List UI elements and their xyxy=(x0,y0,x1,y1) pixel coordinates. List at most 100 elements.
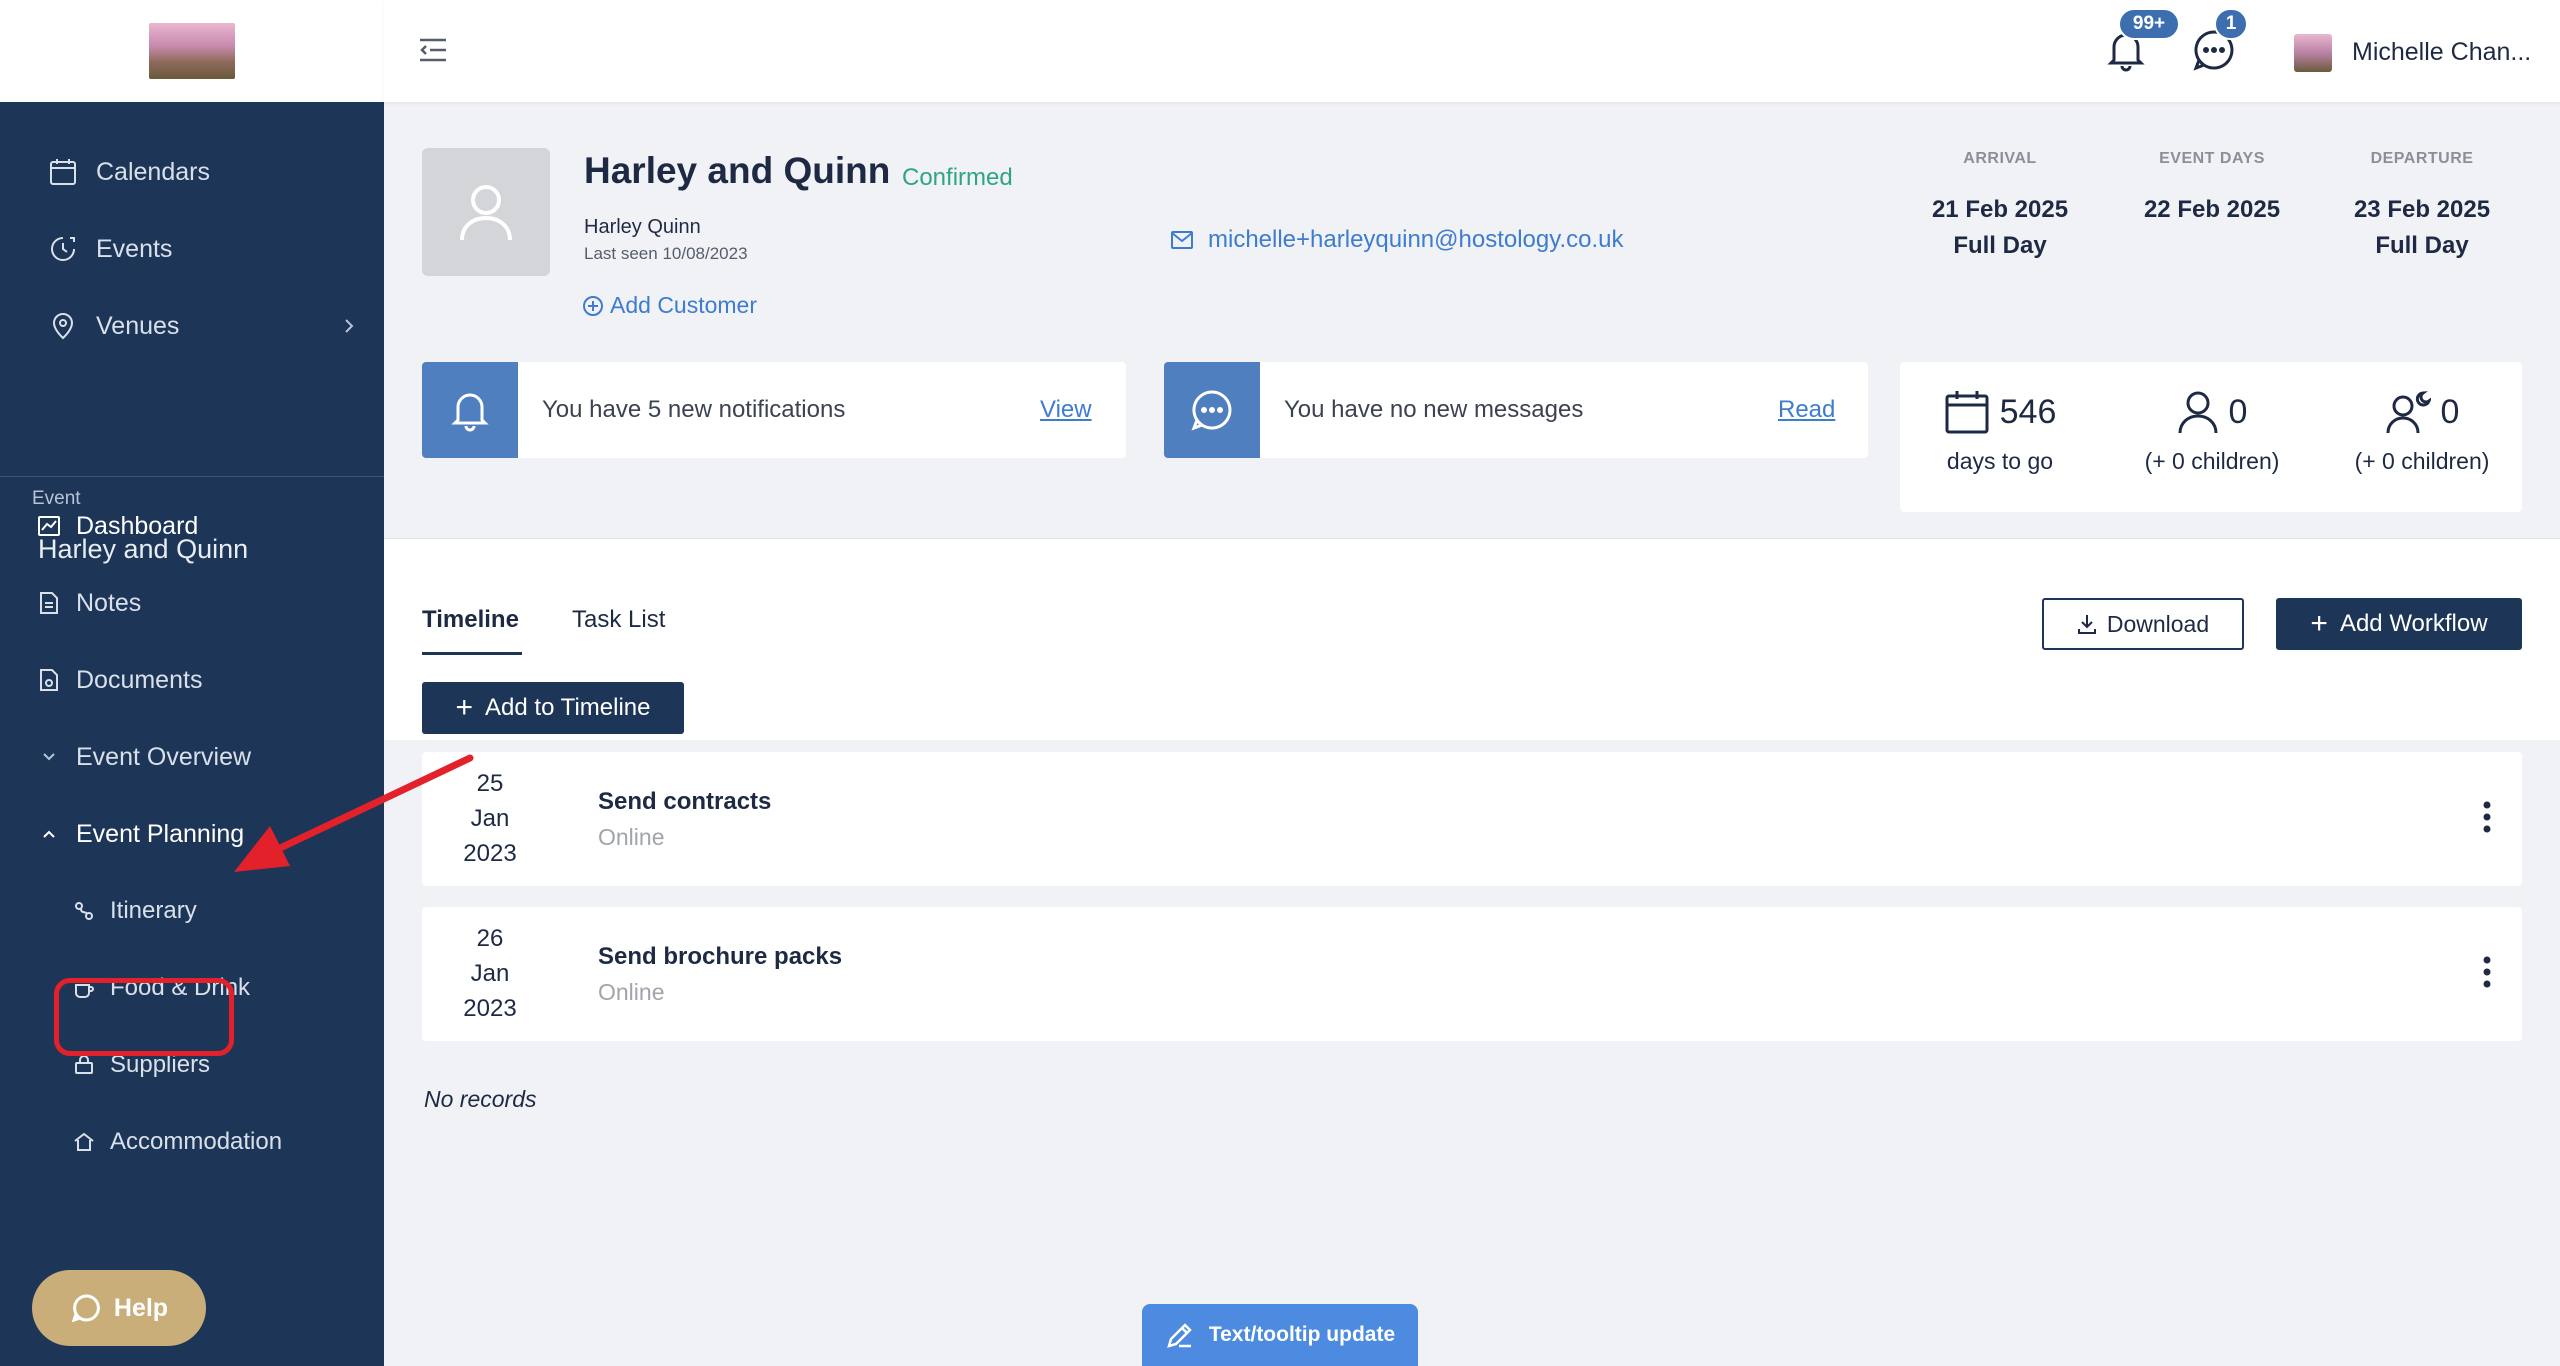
arrival-label: ARRIVAL xyxy=(1963,150,2037,167)
logo-image[interactable] xyxy=(149,23,235,79)
days-label: days to go xyxy=(1946,448,2054,474)
sidebar-item-dashboard[interactable]: Dashboard xyxy=(0,496,384,556)
messages-text: You have no new messages xyxy=(1284,396,1584,423)
customer-email-link[interactable]: michelle+harleyquinn@hostology.co.uk xyxy=(1170,226,1624,254)
mail-icon xyxy=(1171,231,1193,249)
location-pin-icon xyxy=(46,309,80,343)
sidebar-item-events[interactable]: Events xyxy=(0,219,384,279)
view-notifications-link[interactable]: View xyxy=(1040,396,1092,424)
sidebar-divider xyxy=(0,476,384,477)
calendar-icon xyxy=(1945,391,1989,434)
tab-timeline[interactable]: Timeline xyxy=(422,606,519,634)
messages-icon-panel xyxy=(1164,362,1260,458)
days-count: 546 xyxy=(1999,392,2057,431)
chat-bubble-icon xyxy=(71,1294,100,1323)
timeline-item-title: Send brochure packs xyxy=(598,943,843,970)
download-icon xyxy=(2077,615,2096,634)
overnight-children: (+ 0 children) xyxy=(2354,448,2490,474)
timeline-item-subtitle: Online xyxy=(598,979,665,1005)
bell-icon xyxy=(451,393,489,432)
sidebar-item-label: Accommodation xyxy=(110,1128,283,1155)
events-icon xyxy=(46,232,80,266)
timeline-year: 2023 xyxy=(463,995,517,1022)
event-days-label: EVENT DAYS xyxy=(2159,150,2265,167)
sidebar-item-label: Documents xyxy=(76,665,203,694)
status-badge: Confirmed xyxy=(902,164,1013,191)
guests-children: (+ 0 children) xyxy=(2144,448,2280,474)
user-avatar[interactable] xyxy=(2294,34,2332,72)
event-days-date: 22 Feb 2025 xyxy=(2143,196,2281,223)
chat-icon xyxy=(1191,390,1232,431)
sidebar-item-event-overview[interactable]: Event Overview xyxy=(0,727,384,787)
person-moon-icon xyxy=(2386,391,2431,434)
download-label: Download xyxy=(2106,610,2210,637)
menu-toggle-icon[interactable] xyxy=(416,34,450,71)
timeline-month: Jan xyxy=(470,805,510,832)
read-messages-link[interactable]: Read xyxy=(1778,396,1835,424)
sidebar-item-notes[interactable]: Notes xyxy=(0,573,384,633)
timeline-item[interactable]: 26 Jan 2023 Send brochure packs Online xyxy=(422,907,2522,1041)
sidebar-item-event-planning[interactable]: Event Planning xyxy=(0,804,384,864)
top-bar: 99+ 1 Michelle Chan... xyxy=(384,0,2560,102)
notifications-badge: 99+ xyxy=(2118,8,2180,40)
sidebar-item-label: Calendars xyxy=(96,157,210,186)
sidebar-item-label: Event Overview xyxy=(76,742,252,771)
add-to-timeline-button[interactable]: + Add to Timeline xyxy=(422,682,684,734)
customer-name: Harley Quinn xyxy=(584,216,701,238)
help-button[interactable]: Help xyxy=(32,1270,206,1346)
timeline-item-date: 25 Jan 2023 xyxy=(446,766,534,871)
page-title: Harley and Quinn xyxy=(584,150,891,191)
calendar-icon xyxy=(46,155,80,189)
notifications-text: You have 5 new notifications xyxy=(542,396,846,423)
add-customer-link[interactable]: Add Customer xyxy=(582,292,757,319)
departure-type: Full Day xyxy=(2375,232,2469,259)
pencil-icon xyxy=(1167,1323,1192,1348)
more-options-icon[interactable] xyxy=(2482,800,2492,839)
timeline-item[interactable]: 25 Jan 2023 Send contracts Online xyxy=(422,752,2522,886)
departure-column: DEPARTURE 23 Feb 2025 Full Day xyxy=(2322,150,2522,264)
add-workflow-button[interactable]: + Add Workflow xyxy=(2276,598,2522,650)
sidebar: Calendars Events Venues Event Harley and… xyxy=(0,102,384,1366)
sidebar-item-label: Notes xyxy=(76,588,142,617)
sidebar-item-venues[interactable]: Venues xyxy=(0,296,384,356)
departure-label: DEPARTURE xyxy=(2370,150,2474,167)
person-icon xyxy=(2178,391,2218,434)
sidebar-item-calendars[interactable]: Calendars xyxy=(0,142,384,202)
sidebar-item-accommodation[interactable]: Accommodation xyxy=(0,1112,384,1172)
sidebar-item-label: Events xyxy=(96,234,173,263)
timeline-item-title: Send contracts xyxy=(598,788,772,815)
add-to-timeline-label: Add to Timeline xyxy=(485,694,651,721)
plus-circle-icon xyxy=(583,295,603,316)
sidebar-item-itinerary[interactable]: Itinerary xyxy=(0,881,384,941)
messages-badge: 1 xyxy=(2214,8,2248,40)
help-label: Help xyxy=(113,1293,169,1322)
sidebar-item-label: Venues xyxy=(96,311,180,340)
sidebar-item-label: Event Planning xyxy=(76,819,245,848)
last-seen: Last seen 10/08/2023 xyxy=(584,244,748,263)
timeline-item-subtitle: Online xyxy=(598,824,665,850)
timeline-item-date: 26 Jan 2023 xyxy=(446,921,534,1026)
no-records-text: No records xyxy=(424,1086,537,1112)
sidebar-item-documents[interactable]: Documents xyxy=(0,650,384,710)
tab-task-list[interactable]: Task List xyxy=(572,606,665,634)
logo-bar xyxy=(0,0,384,102)
timeline-year: 2023 xyxy=(463,840,517,867)
event-days-column: EVENT DAYS 22 Feb 2025 xyxy=(2112,150,2312,228)
active-tab-indicator xyxy=(422,652,522,655)
sidebar-item-label: Dashboard xyxy=(76,511,199,540)
more-options-icon[interactable] xyxy=(2482,955,2492,994)
notifications-icon-panel xyxy=(422,362,518,458)
chevron-right-icon xyxy=(342,314,356,343)
email-label: michelle+harleyquinn@hostology.co.uk xyxy=(1208,226,1624,253)
plus-icon: + xyxy=(455,691,474,724)
timeline-month: Jan xyxy=(470,960,510,987)
stats-card: 546 days to go 0 (+ 0 children) 0 (+ 0 c… xyxy=(1900,362,2522,512)
bag-icon xyxy=(72,1053,96,1077)
arrival-date: 21 Feb 2025 xyxy=(1931,196,2069,223)
annotation-highlight-box xyxy=(54,978,234,1056)
notifications-card: You have 5 new notifications View xyxy=(422,362,1126,458)
days-to-go-stat: 546 days to go xyxy=(1900,386,2100,475)
user-name[interactable]: Michelle Chan... xyxy=(2352,38,2531,67)
download-button[interactable]: Download xyxy=(2042,598,2244,650)
text-tooltip-update-button[interactable]: Text/tooltip update xyxy=(1142,1304,1418,1366)
